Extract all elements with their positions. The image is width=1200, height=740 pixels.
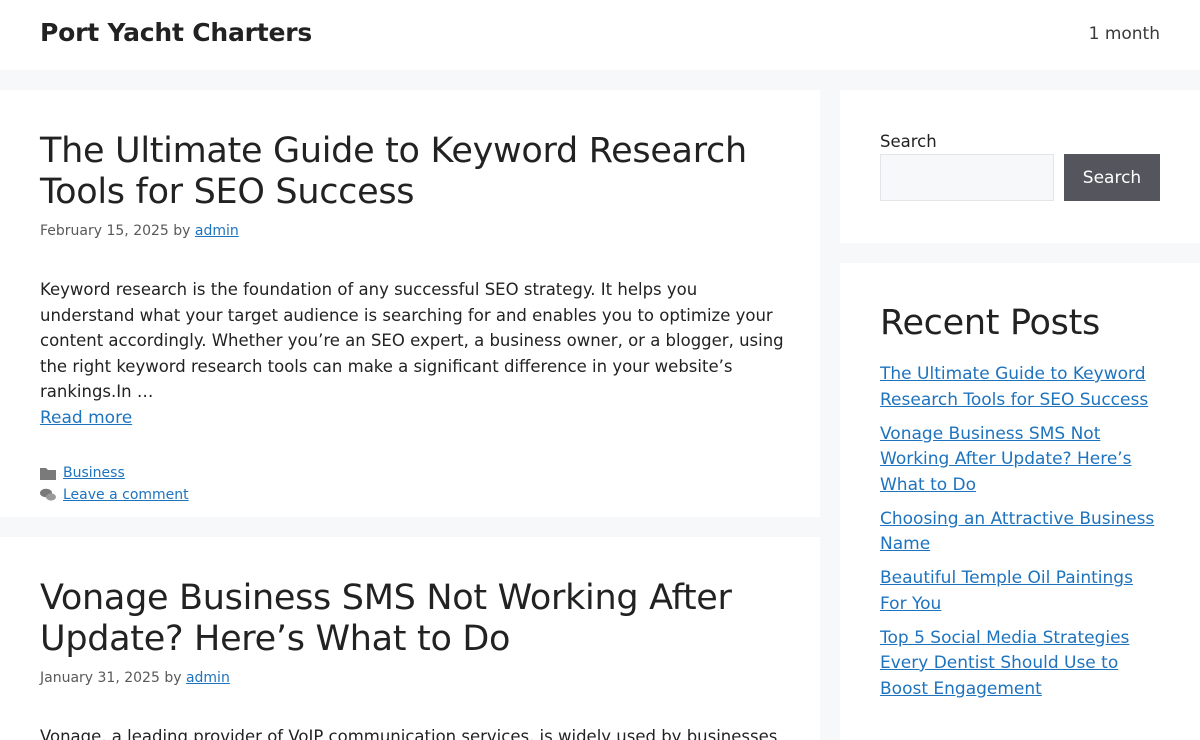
post-author-link[interactable]: admin: [186, 670, 230, 686]
read-more-link[interactable]: Read more: [40, 406, 132, 432]
search-input[interactable]: [880, 154, 1054, 201]
post-title[interactable]: The Ultimate Guide to Keyword Research T…: [40, 131, 780, 213]
recent-posts-title: Recent Posts: [880, 303, 1100, 343]
recent-post-link[interactable]: Choosing an Attractive Business Name: [880, 509, 1154, 555]
recent-post-link[interactable]: The Ultimate Guide to Keyword Research T…: [880, 364, 1148, 410]
post-meta: January 31, 2025 by admin: [40, 670, 780, 686]
post-by-label: by: [173, 223, 191, 239]
search-label: Search: [880, 132, 937, 151]
post-title[interactable]: Vonage Business SMS Not Working After Up…: [40, 578, 780, 660]
site-title-link[interactable]: Port Yacht Charters: [40, 18, 312, 47]
list-item: Beautiful Temple Oil Paintings For You: [880, 566, 1160, 617]
list-item: Vonage Business SMS Not Working After Up…: [880, 422, 1160, 499]
post-author-link[interactable]: admin: [195, 223, 239, 239]
site-header: Port Yacht Charters 1 month: [0, 0, 1200, 70]
leave-comment-link[interactable]: Leave a comment: [63, 484, 189, 506]
recent-posts-widget: Recent Posts The Ultimate Guide to Keywo…: [840, 263, 1200, 740]
post-summary: Vonage, a leading provider of VoIP commu…: [40, 724, 790, 740]
post-article: Vonage Business SMS Not Working After Up…: [0, 537, 820, 740]
recent-posts-list: The Ultimate Guide to Keyword Research T…: [880, 362, 1160, 702]
post-summary: Keyword research is the foundation of an…: [40, 277, 790, 431]
recent-post-link[interactable]: Top 5 Social Media Strategies Every Dent…: [880, 628, 1129, 699]
recent-post-link[interactable]: Beautiful Temple Oil Paintings For You: [880, 568, 1133, 614]
folder-icon: [40, 466, 56, 480]
search-widget: Search Search: [840, 90, 1200, 243]
post-article: The Ultimate Guide to Keyword Research T…: [0, 90, 820, 517]
list-item: Choosing an Attractive Business Name: [880, 507, 1160, 558]
post-title-text[interactable]: Vonage Business SMS Not Working After Up…: [40, 578, 732, 659]
post-categories: Business: [40, 462, 780, 484]
search-button[interactable]: Search: [1064, 154, 1160, 201]
recent-post-link[interactable]: Vonage Business SMS Not Working After Up…: [880, 424, 1132, 495]
category-link-business[interactable]: Business: [63, 462, 125, 484]
nav-item-1-month[interactable]: 1 month: [1089, 24, 1160, 44]
search-form: Search: [880, 154, 1160, 201]
post-date: February 15, 2025: [40, 223, 169, 239]
post-date: January 31, 2025: [40, 670, 160, 686]
post-summary-text: Vonage, a leading provider of VoIP commu…: [40, 727, 778, 740]
list-item: The Ultimate Guide to Keyword Research T…: [880, 362, 1160, 413]
comments-icon: [40, 488, 56, 502]
post-meta: February 15, 2025 by admin: [40, 223, 780, 239]
post-title-text[interactable]: The Ultimate Guide to Keyword Research T…: [40, 131, 747, 212]
post-comments: Leave a comment: [40, 484, 780, 506]
post-by-label: by: [164, 670, 182, 686]
list-item: Top 5 Social Media Strategies Every Dent…: [880, 626, 1160, 703]
post-summary-text: Keyword research is the foundation of an…: [40, 280, 784, 401]
post-footer: Business Leave a comment: [40, 462, 780, 506]
